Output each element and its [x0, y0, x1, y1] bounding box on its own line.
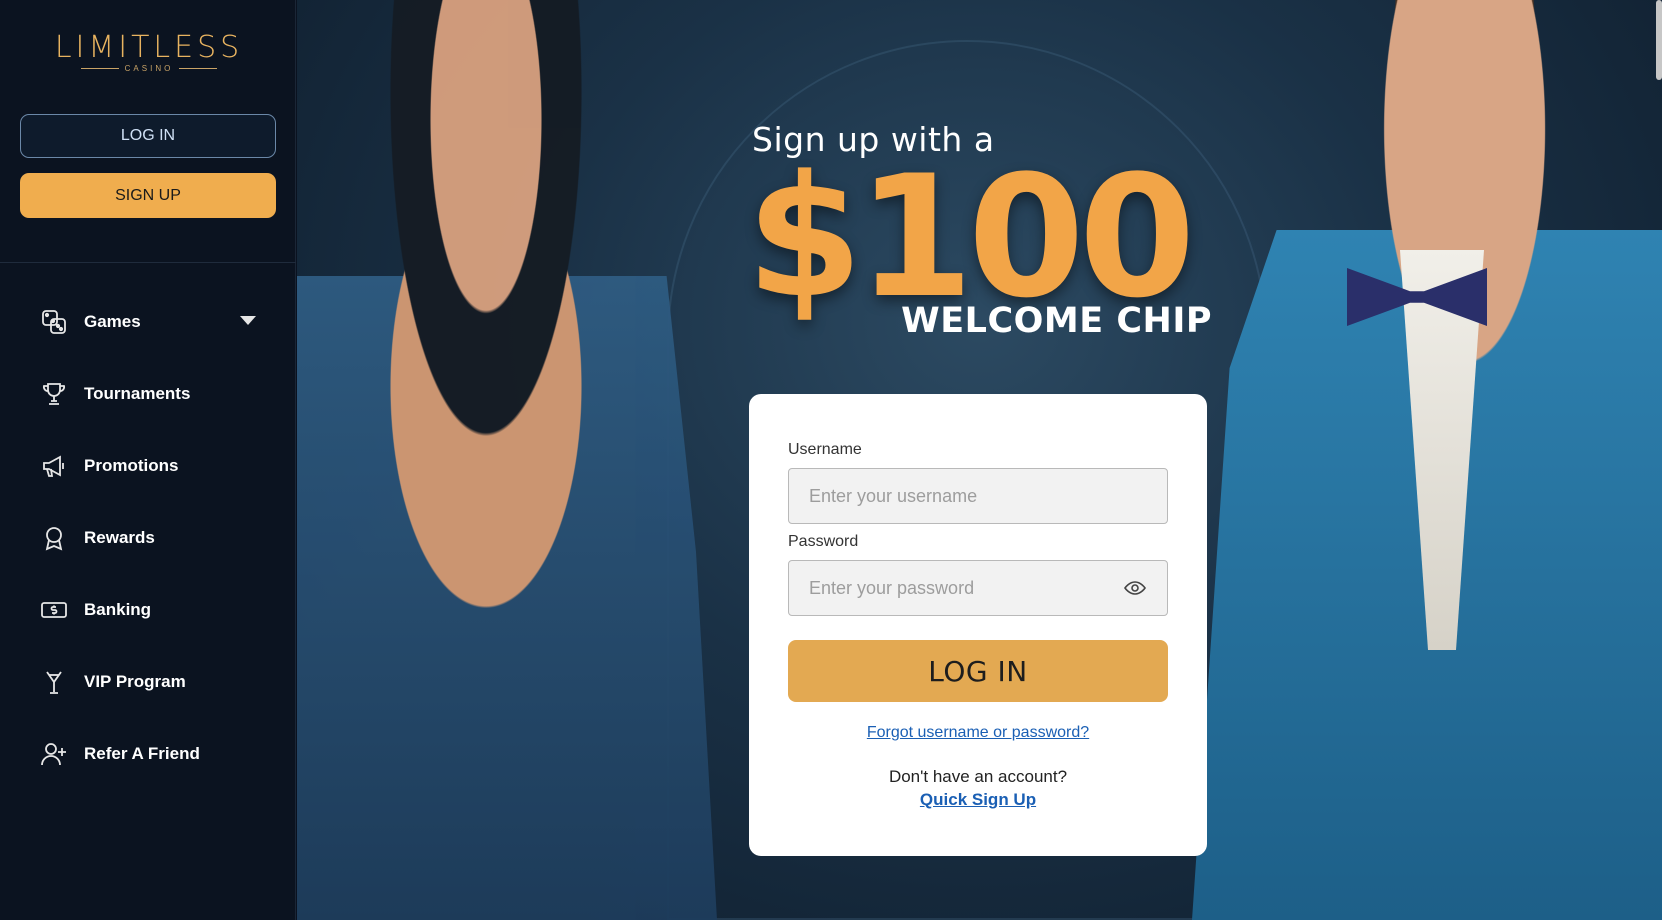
sidebar-item-rewards[interactable]: Rewards	[0, 502, 296, 574]
username-label: Username	[788, 441, 862, 458]
password-field[interactable]	[788, 560, 1168, 616]
trophy-icon	[40, 380, 68, 408]
megaphone-icon	[40, 452, 68, 480]
sidebar-item-label: Refer A Friend	[84, 744, 200, 763]
eye-icon[interactable]	[1123, 576, 1147, 600]
sidebar-item-label: Banking	[84, 600, 152, 619]
logo-wordmark: LIMITLESS	[54, 30, 244, 65]
no-account-text: Don't have an account?	[888, 767, 1068, 786]
hero-woman-illustration	[297, 0, 717, 920]
logo-rule-right	[179, 68, 218, 69]
sidebar-item-vip-program[interactable]: VIP Program	[0, 646, 296, 718]
sidebar-divider	[0, 262, 296, 263]
login-submit-button[interactable]: LOG IN	[788, 640, 1168, 702]
sidebar-item-refer-a-friend[interactable]: Refer A Friend	[0, 718, 296, 790]
sidebar-item-label: VIP Program	[84, 672, 186, 691]
sidebar-item-promotions[interactable]: Promotions	[0, 430, 296, 502]
login-card: Username Password LOG IN Forgot username…	[749, 394, 1207, 856]
cash-icon	[40, 596, 68, 624]
sidebar-item-tournaments[interactable]: Tournaments	[0, 358, 296, 430]
username-field[interactable]	[788, 468, 1168, 524]
page-scrollbar[interactable]	[1656, 0, 1662, 80]
logo-subtitle-text: CASINO	[124, 64, 174, 73]
brand-logo[interactable]: LIMITLESS CASINO	[54, 30, 244, 78]
password-label: Password	[788, 533, 859, 550]
welcome-promo: Sign up with a $100 WELCOME CHIP	[746, 120, 1212, 341]
chevron-down-icon[interactable]	[240, 316, 256, 325]
sidebar-signup-button[interactable]: SIGN UP	[20, 173, 276, 218]
sidebar-item-games[interactable]: Games	[0, 286, 296, 358]
username-input[interactable]	[809, 485, 1147, 507]
vip-cocktail-icon	[40, 668, 68, 696]
hero-banner: Sign up with a $100 WELCOME CHIP Usernam…	[297, 0, 1662, 920]
sidebar-nav: Games Tournaments Promotions Rewards Ban…	[0, 286, 296, 790]
sidebar-login-button[interactable]: LOG IN	[20, 114, 276, 158]
forgot-credentials-link[interactable]: Forgot username or password?	[749, 724, 1207, 742]
promo-amount: $100	[746, 139, 1196, 335]
sidebar-item-label: Promotions	[84, 456, 179, 475]
sidebar: LIMITLESS CASINO LOG IN SIGN UP Games To…	[0, 0, 296, 920]
dice-icon	[40, 308, 68, 336]
sidebar-item-banking[interactable]: Banking	[0, 574, 296, 646]
sidebar-item-label: Rewards	[84, 528, 155, 547]
sidebar-item-label: Tournaments	[84, 384, 191, 403]
sidebar-item-label: Games	[84, 312, 141, 331]
password-input[interactable]	[809, 577, 1123, 599]
add-user-icon	[40, 740, 68, 768]
award-icon	[40, 524, 68, 552]
quick-signup-link[interactable]: Quick Sign Up	[749, 790, 1207, 810]
logo-rule-left	[80, 68, 119, 69]
